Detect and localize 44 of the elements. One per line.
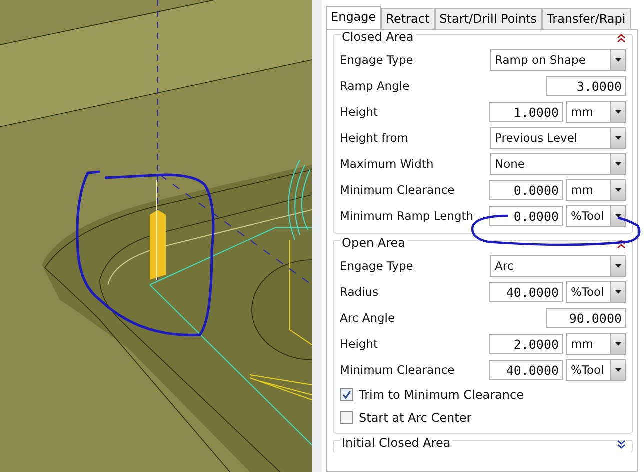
collapse-toggle-icon[interactable]: [617, 34, 626, 42]
checkbox-label[interactable]: Trim to Minimum Clearance: [359, 388, 524, 402]
tab[interactable]: Transfer/Rapi: [542, 8, 631, 29]
tab[interactable]: Engage: [326, 6, 382, 29]
dropdown[interactable]: Previous Level: [490, 127, 626, 149]
number-field[interactable]: 40.0000: [489, 360, 563, 380]
checkbox-label[interactable]: Start at Arc Center: [359, 410, 472, 424]
field-label: Height from: [340, 131, 410, 145]
field-label: Minimum Ramp Length: [340, 209, 475, 223]
number-field[interactable]: 40.0000: [489, 282, 563, 302]
unit-dropdown[interactable]: %Tool: [566, 359, 626, 381]
number-field[interactable]: 1.0000: [489, 102, 563, 122]
collapse-toggle-icon[interactable]: [617, 240, 626, 248]
field-label: Arc Angle: [340, 311, 396, 325]
number-field[interactable]: 2.0000: [489, 334, 563, 354]
number-field[interactable]: 3.0000: [546, 76, 626, 96]
field-label: Height: [340, 105, 380, 119]
checkbox[interactable]: [340, 388, 353, 401]
field-label: Minimum Clearance: [340, 363, 456, 377]
number-field[interactable]: 0.0000: [489, 180, 563, 200]
collapse-toggle-icon[interactable]: [617, 440, 626, 448]
tab[interactable]: Retract: [381, 8, 435, 29]
unit-dropdown[interactable]: mm: [566, 333, 626, 355]
group-title: Closed Area: [340, 30, 416, 44]
unit-dropdown[interactable]: %Tool: [566, 281, 626, 303]
tab[interactable]: Start/Drill Points: [434, 8, 542, 29]
dropdown[interactable]: Arc: [490, 255, 626, 277]
checkbox[interactable]: [340, 411, 353, 424]
field-label: Ramp Angle: [340, 79, 411, 93]
number-field[interactable]: 90.0000: [546, 308, 626, 328]
group-title: Open Area: [340, 236, 408, 250]
field-label: Engage Type: [340, 259, 414, 273]
group-title: Initial Closed Area: [340, 436, 453, 450]
unit-dropdown[interactable]: %Tool: [566, 205, 626, 227]
field-label: Minimum Clearance: [340, 183, 456, 197]
field-label: Engage Type: [340, 53, 414, 67]
field-label: Height: [340, 337, 380, 351]
unit-dropdown[interactable]: mm: [566, 179, 626, 201]
number-field[interactable]: 0.0000: [489, 206, 563, 226]
field-label: Radius: [340, 285, 380, 299]
dropdown[interactable]: Ramp on Shape: [490, 49, 626, 71]
unit-dropdown[interactable]: mm: [566, 101, 626, 123]
field-label: Maximum Width: [340, 157, 435, 171]
dropdown[interactable]: None: [490, 153, 626, 175]
